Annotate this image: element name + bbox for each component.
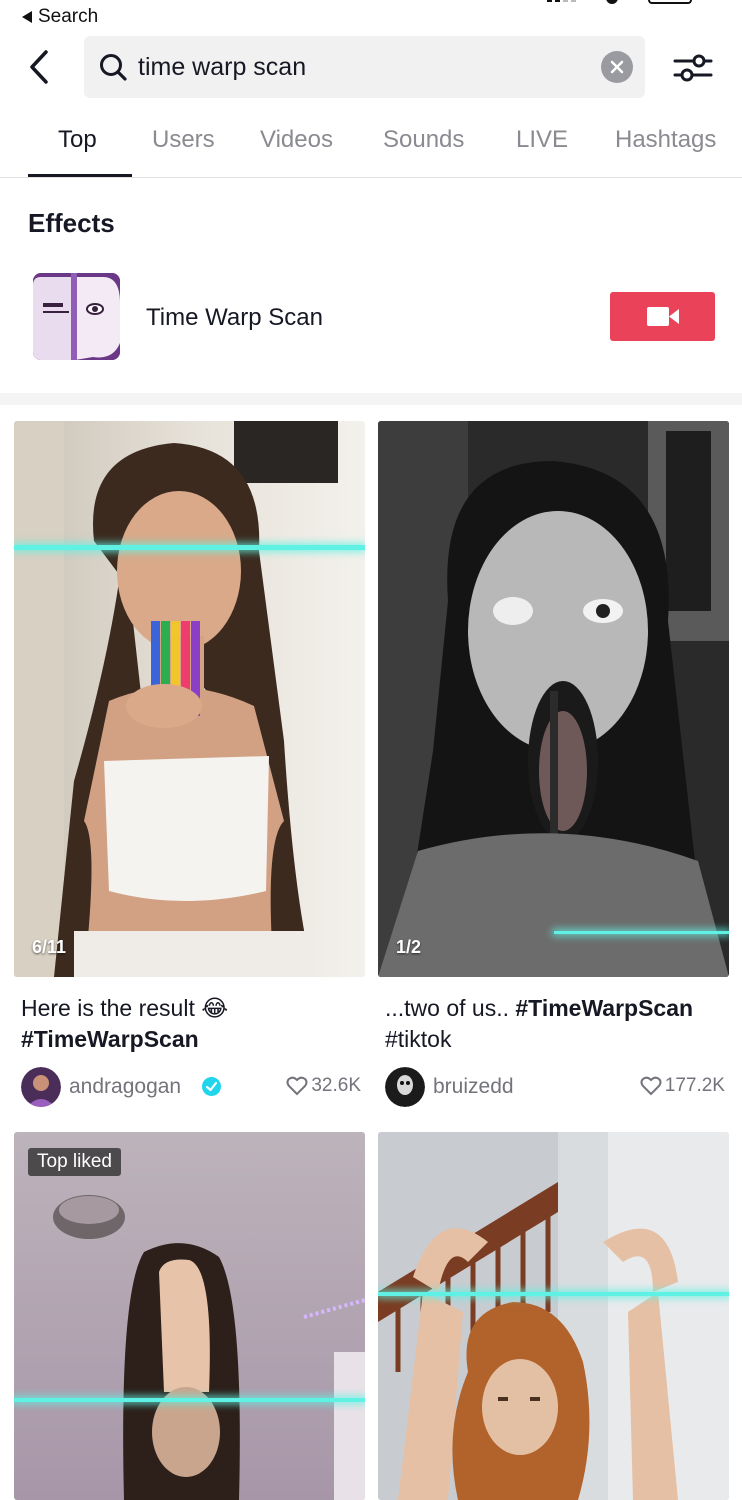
tab-sounds[interactable]: Sounds bbox=[383, 126, 464, 154]
filter-button[interactable] bbox=[672, 50, 714, 86]
filter-sliders-icon bbox=[673, 54, 713, 82]
username[interactable]: bruizedd bbox=[433, 1075, 514, 1099]
caption-hashtag[interactable]: #TimeWarpScan bbox=[515, 995, 693, 1021]
back-to-search-app[interactable]: Search bbox=[22, 6, 98, 28]
wifi-icon bbox=[606, 0, 618, 4]
search-header: time warp scan bbox=[0, 36, 742, 98]
caption-text: Here is the result 😂 bbox=[21, 995, 229, 1021]
tab-videos[interactable]: Videos bbox=[260, 126, 333, 154]
verified-badge-icon bbox=[202, 1077, 221, 1096]
video-card[interactable]: 1/2 ...two of us.. #TimeWarpScan #tiktok… bbox=[378, 421, 729, 1111]
status-bar: Search bbox=[0, 0, 742, 32]
video-thumbnail-image bbox=[14, 421, 365, 977]
time-warp-scan-line bbox=[14, 1398, 365, 1402]
top-liked-badge: Top liked bbox=[28, 1148, 121, 1176]
search-input[interactable]: time warp scan bbox=[138, 36, 598, 98]
time-warp-scan-line bbox=[554, 931, 729, 934]
video-thumbnail[interactable]: 6/11 bbox=[14, 421, 365, 977]
battery-icon bbox=[648, 0, 692, 4]
use-effect-button[interactable] bbox=[610, 292, 715, 341]
caption-text: ...two of us.. bbox=[385, 995, 516, 1021]
search-icon bbox=[100, 54, 127, 81]
tab-hashtags[interactable]: Hashtags bbox=[615, 126, 716, 154]
video-thumbnail[interactable] bbox=[378, 1132, 729, 1500]
like-count-text: 177.2K bbox=[664, 1075, 725, 1096]
like-count: 177.2K bbox=[640, 1075, 725, 1097]
photo-count-badge: 1/2 bbox=[396, 937, 422, 957]
video-meta: bruizedd 177.2K bbox=[385, 1067, 725, 1107]
video-thumbnail[interactable]: Top liked bbox=[14, 1132, 365, 1500]
video-camera-icon bbox=[647, 307, 679, 326]
caption-hashtag-tiktok[interactable]: #tiktok bbox=[385, 1026, 451, 1052]
avatar[interactable] bbox=[21, 1067, 61, 1107]
back-button[interactable] bbox=[26, 48, 58, 86]
heart-icon bbox=[640, 1076, 662, 1096]
back-to-app-label: Search bbox=[38, 6, 99, 27]
video-thumbnail-image bbox=[14, 1132, 365, 1500]
tab-live[interactable]: LIVE bbox=[516, 126, 568, 154]
close-icon bbox=[610, 60, 624, 74]
time-warp-scan-effect-icon bbox=[33, 273, 120, 360]
chevron-left-icon bbox=[30, 50, 48, 84]
video-thumbnail-image bbox=[378, 421, 729, 977]
tab-top[interactable]: Top bbox=[58, 126, 97, 154]
active-tab-indicator bbox=[28, 174, 132, 177]
effect-name: Time Warp Scan bbox=[146, 304, 323, 331]
like-count-text: 32.6K bbox=[311, 1075, 361, 1096]
video-card[interactable]: Top liked bbox=[14, 1132, 365, 1500]
back-triangle-icon bbox=[22, 11, 32, 23]
avatar[interactable] bbox=[385, 1067, 425, 1107]
like-count: 32.6K bbox=[286, 1075, 361, 1097]
search-tabs: Top Users Videos Sounds LIVE Hashtags bbox=[0, 118, 742, 178]
effects-section-title: Effects bbox=[28, 208, 115, 238]
video-card[interactable]: 6/11 Here is the result 😂 #TimeWarpScan … bbox=[14, 421, 365, 1111]
video-card[interactable] bbox=[378, 1132, 729, 1500]
video-thumbnail[interactable]: 1/2 bbox=[378, 421, 729, 977]
status-icons bbox=[547, 0, 692, 4]
signal-icon bbox=[547, 0, 576, 2]
video-thumbnail-image bbox=[378, 1132, 729, 1500]
video-meta: andragogan 32.6K bbox=[21, 1067, 361, 1107]
time-warp-scan-line bbox=[378, 1292, 729, 1296]
heart-icon bbox=[286, 1076, 308, 1096]
tab-users[interactable]: Users bbox=[152, 126, 215, 154]
photo-count-badge: 6/11 bbox=[32, 937, 67, 957]
clear-search-button[interactable] bbox=[601, 51, 633, 83]
search-box[interactable]: time warp scan bbox=[84, 36, 645, 98]
caption-hashtag[interactable]: #TimeWarpScan bbox=[21, 1026, 199, 1052]
video-caption: Here is the result 😂 #TimeWarpScan bbox=[21, 993, 366, 1055]
section-divider bbox=[0, 393, 742, 405]
video-caption: ...two of us.. #TimeWarpScan #tiktok bbox=[385, 993, 730, 1055]
time-warp-scan-line bbox=[14, 545, 365, 550]
username[interactable]: andragogan bbox=[69, 1075, 181, 1099]
effect-item[interactable]: Time Warp Scan bbox=[0, 272, 742, 362]
